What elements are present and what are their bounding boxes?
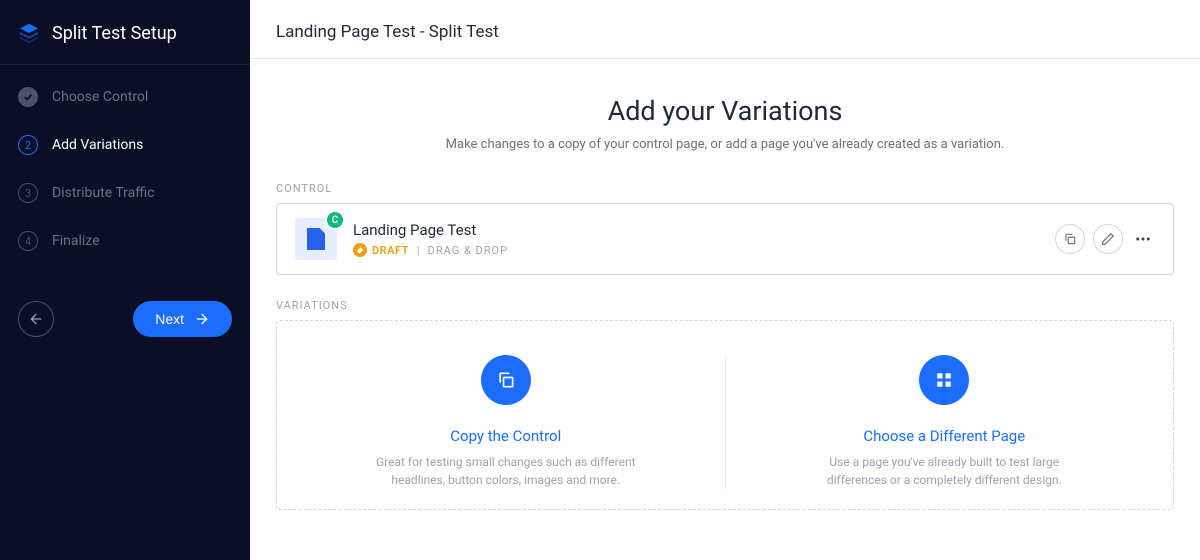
control-card: C Landing Page Test DRAFT | DRAG & DROP: [276, 203, 1174, 275]
arrow-left-icon: [28, 311, 44, 327]
step-finalize[interactable]: 4 Finalize: [0, 217, 250, 265]
option-choose-page[interactable]: Choose a Different Page Use a page you'v…: [736, 355, 1154, 489]
copy-button[interactable]: [1055, 224, 1085, 254]
more-button[interactable]: [1131, 230, 1155, 248]
step-label: Distribute Traffic: [52, 185, 155, 201]
steps-list: Choose Control 2 Add Variations 3 Distri…: [0, 65, 250, 273]
option-icon-wrap: [919, 355, 969, 405]
step-choose-control[interactable]: Choose Control: [0, 73, 250, 121]
sidebar: Split Test Setup Choose Control 2 Add Va…: [0, 0, 250, 560]
topbar: Landing Page Test - Split Test: [250, 0, 1200, 59]
page-title: Landing Page Test - Split Test: [276, 22, 1174, 42]
grid-icon: [935, 371, 953, 389]
back-button[interactable]: [18, 301, 54, 337]
copy-icon: [1063, 232, 1077, 246]
variations-section-label: VARIATIONS: [276, 299, 1174, 312]
option-copy-control[interactable]: Copy the Control Great for testing small…: [297, 355, 715, 489]
control-meta: DRAFT | DRAG & DROP: [353, 243, 1055, 257]
step-label: Choose Control: [52, 89, 148, 105]
check-icon: [18, 87, 38, 107]
option-desc: Great for testing small changes such as …: [376, 453, 636, 489]
main: Landing Page Test - Split Test Add your …: [250, 0, 1200, 560]
pencil-icon: [1101, 232, 1115, 246]
control-info: Landing Page Test DRAFT | DRAG & DROP: [353, 221, 1055, 257]
next-button[interactable]: Next: [133, 301, 232, 337]
vertical-divider: [725, 355, 726, 489]
option-icon-wrap: [481, 355, 531, 405]
next-button-label: Next: [155, 311, 184, 327]
edit-button[interactable]: [1093, 224, 1123, 254]
sidebar-header: Split Test Setup: [0, 0, 250, 65]
step-number-icon: 2: [18, 135, 38, 155]
option-title: Choose a Different Page: [776, 427, 1114, 445]
document-icon: [307, 228, 325, 250]
page-type: DRAG & DROP: [428, 244, 508, 257]
separator: |: [417, 244, 420, 257]
control-thumbnail: C: [295, 218, 337, 260]
sidebar-nav: Next: [0, 301, 250, 337]
option-title: Copy the Control: [337, 427, 675, 445]
content: Add your Variations Make changes to a co…: [250, 59, 1200, 560]
status-text: DRAFT: [372, 244, 409, 257]
step-label: Finalize: [52, 233, 100, 249]
main-subheading: Make changes to a copy of your control p…: [276, 137, 1174, 152]
step-distribute-traffic[interactable]: 3 Distribute Traffic: [0, 169, 250, 217]
main-heading: Add your Variations: [276, 95, 1174, 127]
copy-icon: [496, 370, 516, 390]
pencil-icon: [353, 243, 367, 257]
dots-horizontal-icon: [1134, 230, 1152, 248]
step-number-icon: 3: [18, 183, 38, 203]
control-actions: [1055, 224, 1155, 254]
status-badge: DRAFT: [353, 243, 409, 257]
control-title: Landing Page Test: [353, 221, 1055, 239]
layers-icon: [18, 22, 40, 44]
step-add-variations[interactable]: 2 Add Variations: [0, 121, 250, 169]
arrow-right-icon: [194, 311, 210, 327]
step-number-icon: 4: [18, 231, 38, 251]
control-badge: C: [325, 210, 345, 230]
step-label: Add Variations: [52, 137, 143, 153]
option-desc: Use a page you've already built to test …: [814, 453, 1074, 489]
sidebar-title: Split Test Setup: [52, 23, 177, 44]
control-section-label: CONTROL: [276, 182, 1174, 195]
variations-box: Copy the Control Great for testing small…: [276, 320, 1174, 510]
